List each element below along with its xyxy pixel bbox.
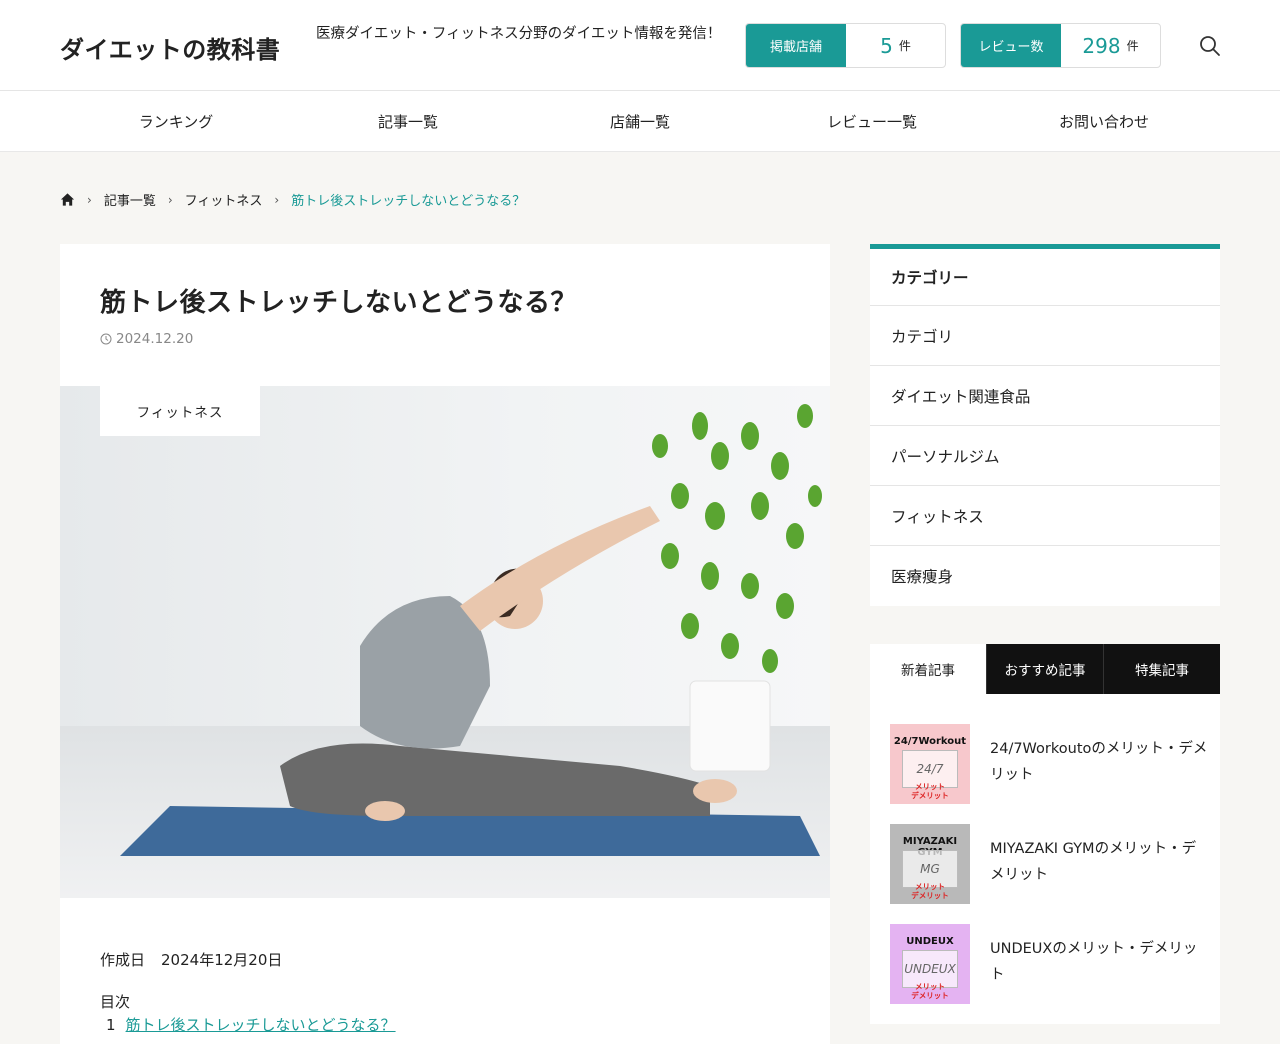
article-tabs: 新着記事 おすすめ記事 特集記事 [870, 644, 1220, 694]
main-nav: ランキング 記事一覧 店舗一覧 レビュー一覧 お問い合わせ [0, 91, 1280, 152]
store-count-value: 5 件 [846, 24, 945, 67]
thumb-label: UNDEUX [906, 936, 954, 947]
home-icon[interactable] [60, 192, 75, 207]
store-count-number: 5 [880, 33, 893, 58]
thumb-sub: メリット デメリット [911, 782, 949, 800]
news-title: UNDEUXのメリット・デメリット [990, 941, 1198, 983]
nav-stores[interactable]: 店舗一覧 [610, 111, 670, 132]
review-count-number: 298 [1082, 33, 1121, 58]
site-logo[interactable]: ダイエットの教科書 [60, 30, 280, 65]
toc-item-number: 1 [106, 1016, 116, 1034]
category-widget-title: カテゴリー [870, 249, 1220, 306]
nav-ranking[interactable]: ランキング [139, 111, 214, 132]
chevron-right-icon: › [167, 192, 173, 207]
news-title: 24/7Workoutoのメリット・デメリット [990, 741, 1208, 783]
news-list: 24/7Workout 24/7 メリット デメリット 24/7Workouto… [870, 694, 1220, 1024]
review-count-stat: レビュー数 298 件 [960, 23, 1161, 68]
article-date-text: 2024.12.20 [116, 331, 194, 347]
article-date: 2024.12.20 [100, 331, 193, 347]
nav-reviews[interactable]: レビュー一覧 [827, 111, 917, 132]
hero-image [60, 386, 830, 898]
nav-articles[interactable]: 記事一覧 [378, 111, 438, 132]
store-count-label: 掲載店舗 [746, 24, 846, 67]
thumb-label: 24/7Workout [893, 736, 967, 747]
store-count-stat: 掲載店舗 5 件 [745, 23, 946, 68]
thumb-sub: メリット デメリット [911, 982, 949, 1000]
category-tag[interactable]: フィットネス [100, 386, 260, 436]
store-count-unit: 件 [898, 39, 911, 53]
category-item[interactable]: パーソナルジム [870, 426, 1220, 486]
thumbnail: UNDEUX UNDEUX メリット デメリット [890, 924, 970, 1004]
list-item[interactable]: 24/7Workout 24/7 メリット デメリット 24/7Workouto… [890, 724, 1210, 804]
breadcrumb-current: 筋トレ後ストレッチしないとどうなる？ [291, 194, 526, 209]
chevron-right-icon: › [274, 192, 280, 207]
breadcrumb-fitness[interactable]: フィットネス [185, 190, 263, 209]
news-title: MIYAZAKI GYMのメリット・デメリット [990, 841, 1197, 883]
toc-link[interactable]: 筋トレ後ストレッチしないとどうなる？ [126, 1016, 396, 1034]
tab-new[interactable]: 新着記事 [870, 644, 986, 694]
thumb-sub: メリット デメリット [911, 882, 949, 900]
review-count-unit: 件 [1126, 39, 1139, 53]
breadcrumb-articles[interactable]: 記事一覧 [104, 190, 156, 209]
article-title: 筋トレ後ストレッチしないとどうなる？ [100, 288, 578, 318]
category-item[interactable]: フィットネス [870, 486, 1220, 546]
toc-item: 1 筋トレ後ストレッチしないとどうなる？ [106, 1014, 396, 1035]
list-item[interactable]: UNDEUX UNDEUX メリット デメリット UNDEUXのメリット・デメリ… [890, 924, 1210, 1004]
chevron-right-icon: › [87, 192, 92, 207]
article-card: 筋トレ後ストレッチしないとどうなる？ 2024.12.20 フィットネス 作成日… [60, 244, 830, 1044]
nav-contact[interactable]: お問い合わせ [1059, 111, 1149, 132]
tab-recommended[interactable]: おすすめ記事 [986, 644, 1103, 694]
category-item[interactable]: 医療痩身 [870, 546, 1220, 606]
thumbnail: MIYAZAKI GYM MG メリット デメリット [890, 824, 970, 904]
site-tagline: 医療ダイエット・フィットネス分野のダイエット情報を発信！ [316, 26, 722, 42]
clock-icon [100, 333, 112, 345]
category-widget: カテゴリー カテゴリ ダイエット関連食品 パーソナルジム フィットネス 医療痩身 [870, 244, 1220, 606]
site-header: ダイエットの教科書 医療ダイエット・フィットネス分野のダイエット情報を発信！ 掲… [0, 0, 1280, 91]
created-date: 作成日 2024年12月20日 [100, 949, 282, 970]
search-icon[interactable] [1198, 34, 1222, 58]
toc-title: 目次 [100, 993, 131, 1011]
thumbnail: 24/7Workout 24/7 メリット デメリット [890, 724, 970, 804]
category-item[interactable]: カテゴリ [870, 306, 1220, 366]
list-item[interactable]: MIYAZAKI GYM MG メリット デメリット MIYAZAKI GYMの… [890, 824, 1210, 904]
review-count-value: 298 件 [1061, 24, 1160, 67]
created-label: 作成日 [100, 951, 146, 969]
breadcrumb: › 記事一覧 › フィットネス › 筋トレ後ストレッチしないとどうなる？ [60, 190, 525, 209]
review-count-label: レビュー数 [961, 24, 1061, 67]
category-item[interactable]: ダイエット関連食品 [870, 366, 1220, 426]
created-value: 2024年12月20日 [161, 951, 283, 969]
tab-featured[interactable]: 特集記事 [1103, 644, 1220, 694]
